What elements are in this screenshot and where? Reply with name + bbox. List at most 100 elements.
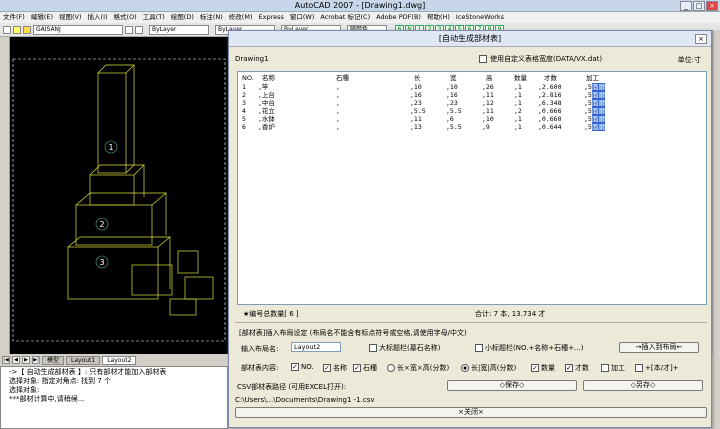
layer-prev-icon[interactable] bbox=[125, 25, 133, 34]
tab-model[interactable]: 模型 bbox=[42, 355, 65, 365]
small-header-checkbox[interactable] bbox=[475, 344, 483, 352]
table-row[interactable]: 5 ,水鉢 , ,11 ,6 ,10 ,1 ,0.660 ,5 面磨 bbox=[238, 115, 706, 123]
menu-item-express[interactable]: Express bbox=[258, 12, 283, 23]
list-header: NO. 名称 石種 长 宽 高 数量 才数 加工 bbox=[238, 74, 706, 82]
layout-name-input[interactable]: Layout2 bbox=[291, 342, 341, 352]
cell: ,11 bbox=[482, 91, 494, 99]
menu-item-draw[interactable]: 绘图(D) bbox=[171, 12, 194, 23]
opt-no[interactable]: ✓ NO. bbox=[291, 363, 314, 371]
small-header-option[interactable]: 小标题栏(NO.+名称+石種+...) bbox=[475, 343, 583, 353]
opt-name[interactable]: ✓ 名称 bbox=[323, 363, 347, 373]
menu-item-edit[interactable]: 编辑(E) bbox=[31, 12, 53, 23]
layer-state-icon[interactable] bbox=[135, 25, 143, 34]
tab-first-icon[interactable]: |◀ bbox=[2, 356, 10, 364]
dialog-title-bar: [自动生成部材表] × bbox=[229, 31, 711, 47]
custom-width-option[interactable]: 使用自定义表格宽度(DATA/VX.dat) bbox=[479, 54, 602, 64]
cell: , bbox=[336, 123, 340, 131]
cell: ,16 bbox=[446, 91, 458, 99]
opt-volume[interactable]: ✓ 才数 bbox=[565, 363, 589, 373]
table-row[interactable]: 4 ,花立 , ,5.5 ,5.5 ,11 ,2 ,0.666 ,5 面磨 bbox=[238, 107, 706, 115]
menu-item-acrobat[interactable]: Acrobat 标记(C) bbox=[320, 12, 370, 23]
label-circles bbox=[95, 140, 118, 269]
opt-process[interactable]: 加工 bbox=[601, 363, 625, 373]
layout-row: 输入布局名: Layout2 大标题栏(墓石名称) 小标题栏(NO.+名称+石種… bbox=[239, 341, 707, 355]
tab-last-icon[interactable]: ▶| bbox=[32, 356, 40, 364]
custom-width-label: 使用自定义表格宽度(DATA/VX.dat) bbox=[490, 55, 603, 63]
command-line: ***部材计算中,请稍候... bbox=[9, 395, 85, 403]
opt-dims-x[interactable]: 长×宽×高(分数) bbox=[387, 363, 449, 373]
big-header-checkbox[interactable] bbox=[369, 344, 377, 352]
menu-item-window[interactable]: 窗口(W) bbox=[290, 12, 315, 23]
menu-bar: 文件(F) 编辑(E) 视图(V) 插入(I) 格式(O) 工具(T) 绘图(D… bbox=[0, 12, 720, 23]
cell: ,23 bbox=[446, 99, 458, 107]
opt-no-checkbox[interactable]: ✓ bbox=[291, 363, 299, 371]
part-label-3: 3 bbox=[99, 258, 104, 267]
drawing-canvas[interactable]: 1 2 3 bbox=[10, 37, 228, 354]
cell: ,0.666 bbox=[538, 107, 562, 115]
sun-icon[interactable] bbox=[23, 25, 31, 34]
bulb-icon[interactable] bbox=[13, 25, 21, 34]
opt-dims-x-radio[interactable] bbox=[387, 364, 395, 372]
opt-volume-checkbox[interactable]: ✓ bbox=[565, 364, 573, 372]
opt-process-checkbox[interactable] bbox=[601, 364, 609, 372]
menu-item-dimension[interactable]: 标注(N) bbox=[200, 12, 223, 23]
table-row[interactable]: 3 ,中台 , ,23 ,23 ,12 ,1 ,6.348 ,5 面磨 bbox=[238, 99, 706, 107]
table-row[interactable]: 1 ,竿 , ,10 ,10 ,26 ,1 ,2.600 ,5 面磨 bbox=[238, 83, 706, 91]
tab-next-icon[interactable]: ▶ bbox=[22, 356, 30, 364]
col-volume: 才数 bbox=[544, 74, 557, 82]
opt-unit-checkbox[interactable] bbox=[635, 364, 643, 372]
menu-item-insert[interactable]: 插入(I) bbox=[88, 12, 108, 23]
menu-item-modify[interactable]: 修改(M) bbox=[229, 12, 253, 23]
opt-label: 长|宽|高(分数) bbox=[471, 364, 517, 372]
menu-item-format[interactable]: 格式(O) bbox=[114, 12, 137, 23]
cell: 面磨 bbox=[592, 99, 605, 107]
tab-layout2[interactable]: Layout2 bbox=[102, 355, 137, 365]
tab-layout1[interactable]: Layout1 bbox=[66, 355, 101, 365]
minimize-icon[interactable]: _ bbox=[680, 1, 692, 11]
cell: , bbox=[336, 91, 340, 99]
layer-manager-icon[interactable] bbox=[3, 25, 11, 34]
total-sum: 合计: 7 本, 13.734 才 bbox=[475, 310, 546, 318]
csv-row: CSV部材表路径 (可用EXCEL打开): ◇保存◇ ◇另存◇ bbox=[235, 380, 707, 392]
table-row[interactable]: 6 ,香炉 , ,13 ,5.5 ,9 ,1 ,0.644 ,5 面磨 bbox=[238, 123, 706, 131]
menu-item-file[interactable]: 文件(F) bbox=[3, 12, 25, 23]
opt-label: 石種 bbox=[363, 364, 377, 372]
tab-prev-icon[interactable]: ◀ bbox=[12, 356, 20, 364]
opt-stone[interactable]: ✓ 石種 bbox=[353, 363, 377, 373]
opt-qty-checkbox[interactable]: ✓ bbox=[531, 364, 539, 372]
menu-item-icestoneworks[interactable]: IceStoneWorks bbox=[456, 12, 504, 23]
window-controls: _ □ × bbox=[680, 1, 718, 11]
command-line: 选择对象: 指定对角点: 找到 7 个 bbox=[9, 377, 112, 385]
cell: ,5.5 bbox=[410, 107, 426, 115]
save-button[interactable]: ◇保存◇ bbox=[447, 380, 577, 391]
close-button[interactable]: ×关闭× bbox=[235, 407, 707, 418]
opt-qty[interactable]: ✓ 数量 bbox=[531, 363, 555, 373]
cell: ,上台 bbox=[258, 91, 275, 99]
maximize-icon[interactable]: □ bbox=[693, 1, 705, 11]
cell: ,6 bbox=[446, 115, 454, 123]
menu-item-tools[interactable]: 工具(T) bbox=[143, 12, 165, 23]
cell: ,2 bbox=[514, 107, 522, 115]
menu-item-view[interactable]: 视图(V) bbox=[59, 12, 82, 23]
opt-stone-checkbox[interactable]: ✓ bbox=[353, 364, 361, 372]
command-window[interactable]: ->【 自动生成部材表 】: 只有部材才能加入部材表 选择对象: 指定对角点: … bbox=[0, 366, 228, 429]
save-as-button[interactable]: ◇另存◇ bbox=[583, 380, 703, 391]
custom-width-checkbox[interactable] bbox=[479, 55, 487, 63]
drawing-name: Drawing1 bbox=[235, 55, 269, 63]
color-dropdown[interactable]: ByLayer bbox=[149, 24, 209, 35]
big-header-option[interactable]: 大标题栏(墓石名称) bbox=[369, 343, 440, 353]
table-row[interactable]: 2 ,上台 , ,16 ,16 ,11 ,1 ,2.816 ,5 面磨 bbox=[238, 91, 706, 99]
menu-item-help[interactable]: 帮助(H) bbox=[427, 12, 450, 23]
opt-name-checkbox[interactable]: ✓ bbox=[323, 364, 331, 372]
opt-dims-bar-radio[interactable] bbox=[461, 364, 469, 372]
layer-dropdown[interactable]: GAISANJ bbox=[33, 24, 123, 35]
opt-dims-bar[interactable]: 长|宽|高(分数) bbox=[461, 363, 516, 373]
opt-unit[interactable]: +[本/才]+ bbox=[635, 363, 679, 373]
cell: 2 bbox=[242, 91, 246, 99]
parts-list[interactable]: NO. 名称 石種 长 宽 高 数量 才数 加工 1 ,竿 , ,10 ,10 … bbox=[237, 71, 707, 305]
insert-layout-button[interactable]: →插入到布局← bbox=[619, 342, 699, 353]
menu-item-adobe-pdf[interactable]: Adobe PDF(B) bbox=[376, 12, 421, 23]
dialog-close-icon[interactable]: × bbox=[695, 34, 707, 44]
close-icon[interactable]: × bbox=[706, 1, 718, 11]
cell: 面磨 bbox=[592, 107, 605, 115]
